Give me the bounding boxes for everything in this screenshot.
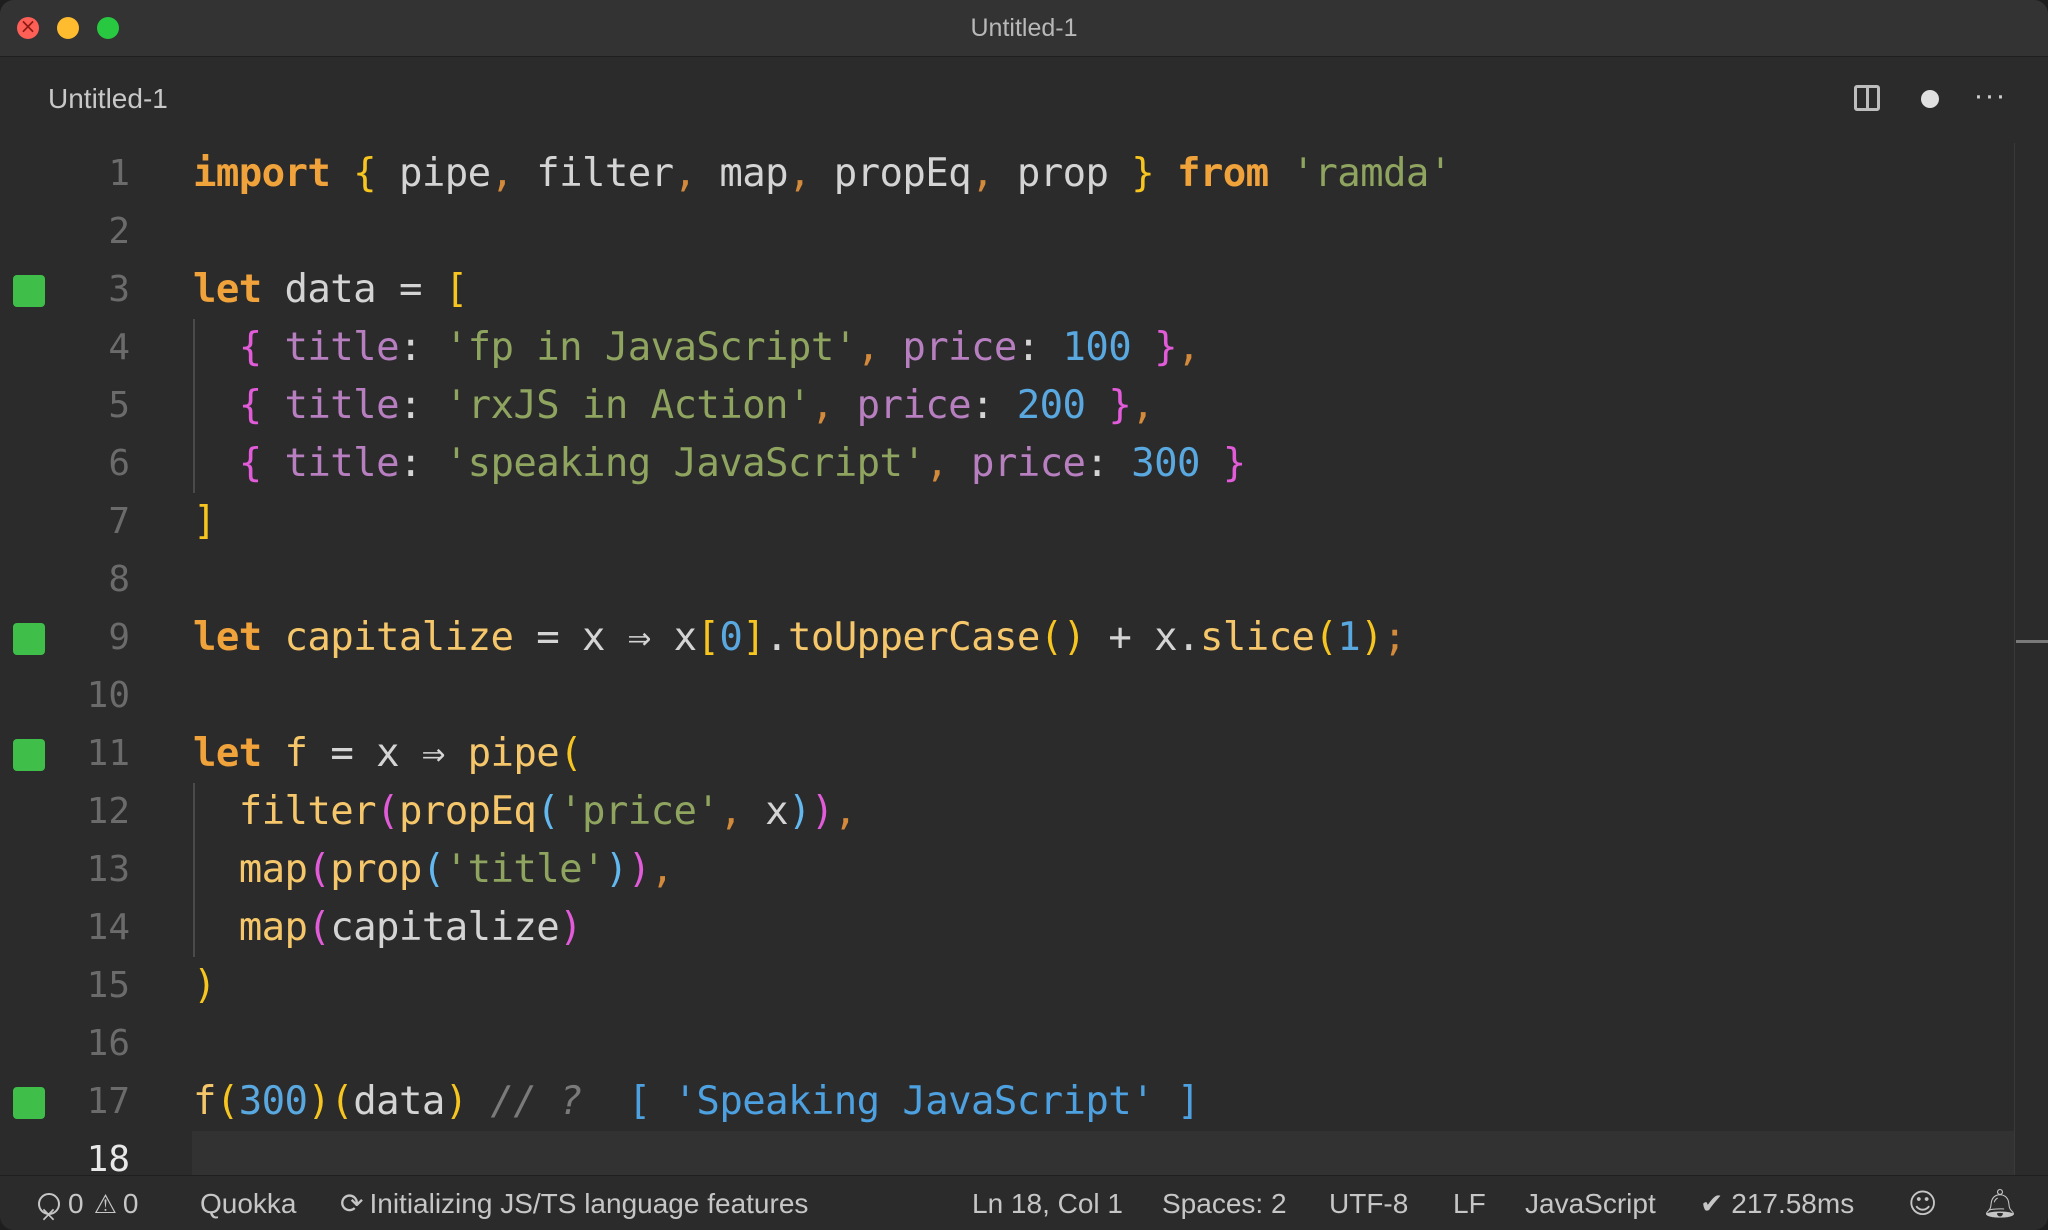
code-text: let capitalize = x ⇒ x[0].toUpperCase() … [193,615,1407,660]
vertical-scrollbar[interactable] [2014,143,2015,1175]
line-number: 15 [86,965,130,1006]
line-number: 16 [86,1023,130,1064]
editor-window: Untitled-1 Untitled-1 ··· 1 import { pip… [0,0,2048,1230]
line-number: 6 [108,443,130,484]
tab-untitled-1[interactable]: Untitled-1 [48,79,168,119]
warning-count: 0 [122,1188,139,1219]
quokka-coverage-marker [13,275,45,307]
quokka-coverage-marker [13,1087,45,1119]
quokka-coverage-marker [13,623,45,655]
code-text: { title: 'rxJS in Action', price: 200 }, [238,383,1155,428]
quokka-timing[interactable]: ✔ 217.58ms [1700,1176,1854,1230]
code-line[interactable]: 15 ) [0,957,2048,1015]
line-number: 10 [86,675,130,716]
code-line[interactable]: 12 filter(propEq('price', x)), [0,783,2048,841]
code-line[interactable]: 5 { title: 'rxJS in Action', price: 200 … [0,377,2048,435]
language-features-text: Initializing JS/TS language features [369,1188,809,1219]
code-text: { title: 'fp in JavaScript', price: 100 … [238,325,1201,370]
code-text: map(prop('title')), [238,847,674,892]
code-text: let f = x ⇒ pipe( [193,731,583,776]
window-title: Untitled-1 [970,14,1078,42]
line-number: 17 [86,1081,130,1122]
line-number: 11 [86,733,130,774]
code-line[interactable]: 4 { title: 'fp in JavaScript', price: 10… [0,319,2048,377]
line-number: 1 [108,153,130,194]
error-count: 0 [68,1188,84,1219]
code-line[interactable]: 2 [0,203,2048,261]
status-bar: 0⚠0 Quokka ⟳Initializing JS/TS language … [0,1175,2048,1230]
cursor-position[interactable]: Ln 18, Col 1 [972,1176,1123,1230]
code-line[interactable]: 11 let f = x ⇒ pipe( [0,725,2048,783]
line-number: 8 [108,559,130,600]
feedback-icon[interactable]: ☺ [1908,1176,1937,1230]
code-line[interactable]: 17 f(300)(data) // ? [ 'Speaking JavaScr… [0,1073,2048,1131]
encoding-status[interactable]: UTF-8 [1329,1176,1408,1230]
code-line[interactable]: 13 map(prop('title')), [0,841,2048,899]
code-line[interactable]: 3 let data = [ [0,261,2048,319]
split-editor-icon[interactable] [1849,79,1889,119]
scrollbar-cursor-mark [2016,640,2048,643]
line-number: 4 [108,327,130,368]
editor-tab-row: Untitled-1 ··· [0,57,2048,143]
eol-status[interactable]: LF [1453,1176,1486,1230]
line-number: 5 [108,385,130,426]
code-text: let data = [ [193,267,468,312]
code-text: map(capitalize) [238,905,583,950]
code-text: ] [193,499,216,544]
unsaved-dot-icon[interactable] [1910,79,1950,119]
quokka-status[interactable]: Quokka [200,1176,297,1230]
code-line[interactable]: 10 [0,667,2048,725]
quokka-coverage-marker [13,739,45,771]
line-number: 3 [108,269,130,310]
language-features-status[interactable]: ⟳ Initializing JS/TS language features [340,1176,808,1230]
code-text: filter(propEq('price', x)), [238,789,857,834]
error-icon [38,1187,60,1230]
code-line[interactable]: 8 [0,551,2048,609]
code-editor[interactable]: 1 import { pipe, filter, map, propEq, pr… [0,143,2048,1187]
code-line[interactable]: 14 map(capitalize) [0,899,2048,957]
language-mode[interactable]: JavaScript [1525,1176,1656,1230]
code-line[interactable]: 1 import { pipe, filter, map, propEq, pr… [0,145,2048,203]
line-number: 9 [108,617,130,658]
line-number: 14 [86,907,130,948]
title-bar: Untitled-1 [0,0,2048,57]
code-line[interactable]: 16 [0,1015,2048,1073]
code-line[interactable]: 9 let capitalize = x ⇒ x[0].toUpperCase(… [0,609,2048,667]
problems-status[interactable]: 0⚠0 [38,1176,138,1230]
notifications-bell-icon[interactable]: 🔔︎ [1982,1176,2018,1230]
line-number: 12 [86,791,130,832]
more-actions-icon[interactable]: ··· [1970,79,2010,119]
line-number: 7 [108,501,130,542]
inline-result: [ 'Speaking JavaScript' ] [627,1079,1201,1124]
line-number: 13 [86,849,130,890]
indentation-status[interactable]: Spaces: 2 [1162,1176,1287,1230]
code-line[interactable]: 7 ] [0,493,2048,551]
line-number: 2 [108,211,130,252]
sync-icon: ⟳ [340,1187,364,1220]
code-text: ) [193,963,216,1008]
code-text: f(300)(data) // ? [ 'Speaking JavaScript… [193,1079,1201,1124]
warning-icon: ⚠ [93,1190,117,1220]
code-line[interactable]: 6 { title: 'speaking JavaScript', price:… [0,435,2048,493]
code-text: import { pipe, filter, map, propEq, prop… [193,151,1452,196]
code-text: { title: 'speaking JavaScript', price: 3… [238,441,1246,486]
